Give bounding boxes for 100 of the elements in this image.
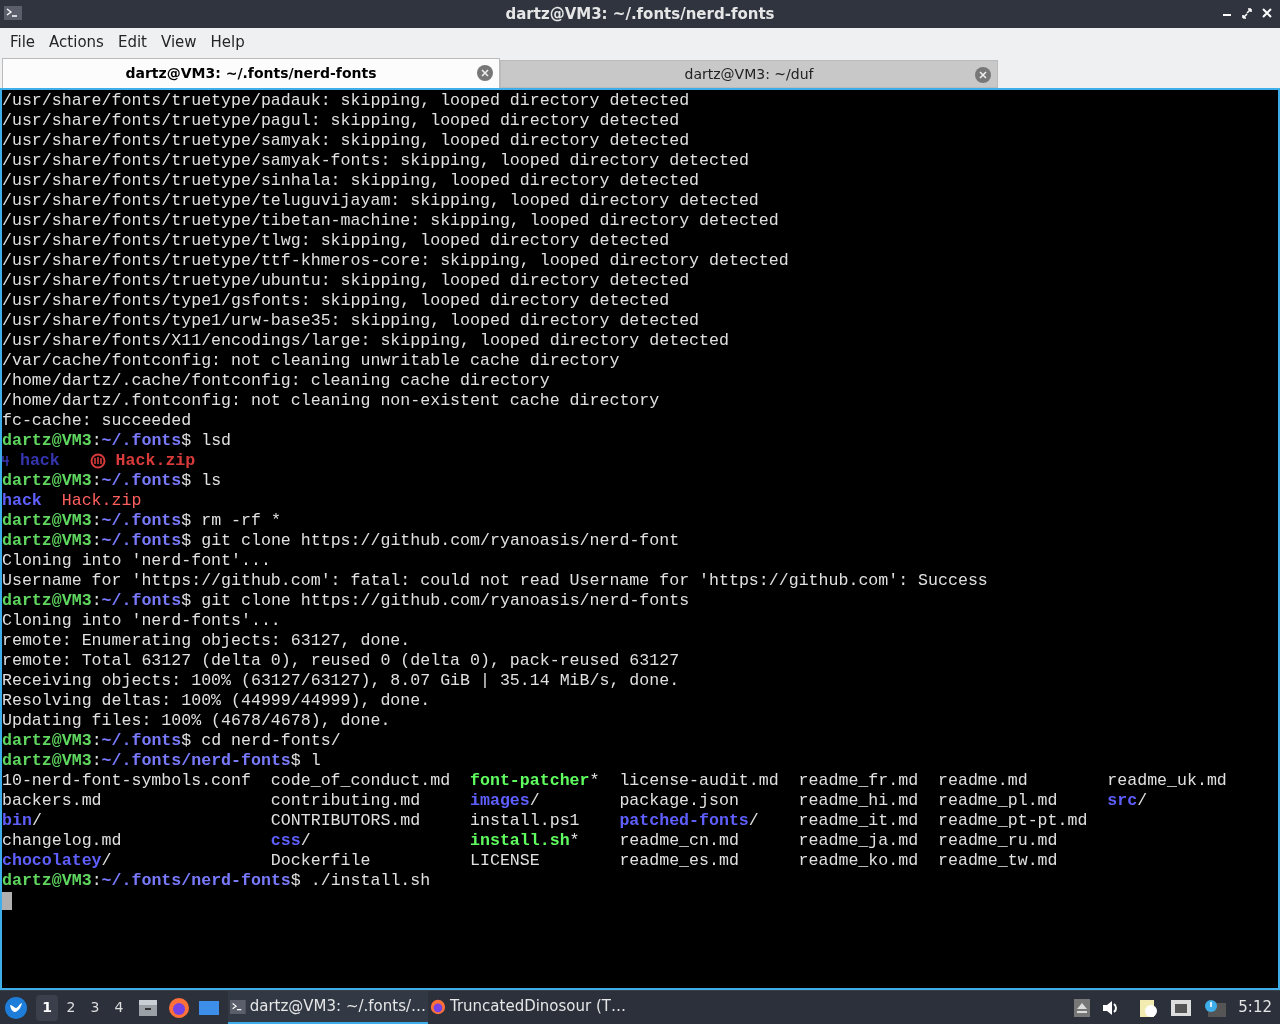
file-name: Hack.zip (115, 451, 196, 471)
prompt-separator: : (91, 511, 102, 531)
output-line: /usr/share/fonts/truetype/tibetan-machine: skipping, looped directory detected (2, 211, 779, 231)
network-icon[interactable] (1170, 998, 1193, 1017)
file-name: readme_fr.md (798, 771, 920, 791)
prompt-separator: : (91, 431, 102, 451)
file-name: license-audit.md (619, 771, 780, 791)
clock[interactable]: 5:12 (1238, 996, 1272, 1019)
output-line: /home/dartz/.fontconfig: not cleaning non-existent cache directory (2, 391, 660, 411)
file-name: install.ps1 (470, 811, 581, 831)
window-title: dartz@VM3: ~/.fonts/nerd-fonts (505, 3, 775, 25)
file-name: hack (19, 451, 60, 471)
prompt-symbol: $ (290, 871, 301, 891)
output-line: /usr/share/fonts/truetype/samyak-fonts: skipping, looped directory detected (2, 151, 749, 171)
prompt-symbol: $ (181, 531, 192, 551)
file-name: CONTRIBUTORS.md (270, 811, 422, 831)
file-name: readme_it.md (798, 811, 920, 831)
file-name: backers.md (2, 791, 103, 811)
output-line: Username for 'https://github.com': fatal: could not read Username for 'https://github.com': Success (2, 571, 988, 591)
archive-icon (89, 453, 106, 469)
close-tab-icon[interactable] (975, 67, 991, 83)
prompt-symbol: $ (181, 431, 192, 451)
close-tab-icon[interactable] (477, 65, 493, 81)
output-line: Cloning into 'nerd-fonts'... (2, 611, 281, 631)
prompt-symbol: $ (290, 751, 301, 771)
file-name: contributing.md (270, 791, 422, 811)
maximize-icon[interactable] (1242, 6, 1252, 20)
file-name: hack (2, 491, 42, 511)
menu-item[interactable]: File (4, 30, 42, 54)
output-line: Cloning into 'nerd-font'... (2, 551, 271, 571)
output-line: /usr/share/fonts/truetype/ubuntu: skipping, looped directory detected (2, 271, 690, 291)
menu-item[interactable]: View (154, 30, 203, 54)
prompt-separator: : (91, 751, 102, 771)
tab[interactable]: dartz@VM3: ~/duf (500, 60, 998, 88)
file-name: images/ (470, 791, 541, 811)
prompt-separator: : (91, 471, 102, 491)
eject-icon[interactable] (1074, 998, 1091, 1017)
prompt-user: dartz@VM3 (2, 591, 92, 611)
menu-item[interactable]: Actions (43, 30, 110, 54)
file-name: readme_uk.md (1107, 771, 1227, 791)
prompt-user: dartz@VM3 (2, 751, 92, 771)
output-line: fc-cache: succeeded (2, 411, 192, 431)
command-text: l (310, 751, 321, 771)
file-name: readme_ja.md (798, 831, 920, 851)
output-line: /usr/share/fonts/type1/gsfonts: skipping, looped directory detected (2, 291, 670, 311)
terminal-icon (230, 998, 246, 1015)
output-line: /usr/share/fonts/truetype/ttf-khmeros-core: skipping, looped directory detected (2, 251, 789, 271)
prompt-path: ~/.fonts (101, 591, 182, 611)
command-text: git clone https://github.com/ryanoasis/nerd-fonts (201, 591, 690, 611)
file-name: readme_es.md (619, 851, 740, 871)
tab[interactable]: dartz@VM3: ~/.fonts/nerd-fonts (2, 58, 500, 88)
prompt-user: dartz@VM3 (2, 531, 92, 551)
output-line: /usr/share/fonts/truetype/pagul: skipping, looped directory detected (2, 111, 680, 131)
file-name: install.sh* (470, 831, 581, 851)
prompt-path: ~/.fonts (101, 531, 182, 551)
prompt-path: ~/.fonts (101, 511, 182, 531)
taskbar-button[interactable]: dartz@VM3: ~/.fonts/… (228, 991, 428, 1024)
workspace-button[interactable]: 1 (36, 994, 58, 1021)
file-name: readme_hi.md (798, 791, 920, 811)
prompt-path: ~/.fonts (101, 471, 182, 491)
menu-item[interactable]: Edit (111, 30, 153, 54)
terminal-area[interactable] (0, 88, 1280, 990)
text-cursor (2, 892, 12, 910)
output-line: /usr/share/fonts/type1/urw-base35: skipping, looped directory detected (2, 311, 700, 331)
menu-item[interactable]: Help (204, 30, 251, 54)
prompt-user: dartz@VM3 (2, 871, 92, 891)
file-name: package.json (619, 791, 740, 811)
workspace-button[interactable]: 2 (60, 994, 82, 1021)
file-name: patched-fonts/ (619, 811, 760, 831)
prompt-symbol: $ (181, 591, 192, 611)
close-icon[interactable] (1262, 6, 1272, 20)
file-cabinet-icon[interactable] (138, 997, 158, 1018)
workspace-button[interactable]: 3 (84, 994, 106, 1021)
prompt-user: dartz@VM3 (2, 471, 92, 491)
start-menu-icon[interactable] (4, 995, 28, 1020)
command-text: ./install.sh (310, 871, 431, 891)
taskbar-button[interactable]: TruncatedDinosour (T… (428, 991, 628, 1024)
output-line: /usr/share/fonts/truetype/tlwg: skipping, looped directory detected (2, 231, 670, 251)
prompt-path: ~/.fonts/nerd-fonts (101, 751, 291, 771)
prompt-user: dartz@VM3 (2, 731, 92, 751)
file-name: Dockerfile (270, 851, 372, 871)
workspace-button[interactable]: 4 (108, 994, 130, 1021)
output-line: remote: Enumerating objects: 63127, done. (2, 631, 411, 651)
notification-icon[interactable] (1204, 998, 1227, 1017)
output-line: Receiving objects: 100% (63127/63127), 8.07 GiB | 35.14 MiB/s, done. (2, 671, 680, 691)
file-name: readme_tw.md (938, 851, 1059, 871)
file-name: chocolatey/ (2, 851, 113, 871)
command-text: rm -rf * (201, 511, 281, 531)
prompt-path: ~/.fonts (101, 731, 182, 751)
clipboard-icon[interactable] (1138, 997, 1159, 1018)
file-name: readme_ko.md (798, 851, 920, 871)
prompt-separator: : (91, 731, 102, 751)
output-line: /usr/share/fonts/truetype/teluguvijayam: skipping, looped directory detected (2, 191, 759, 211)
file-name: src/ (1107, 791, 1149, 811)
prompt-symbol: $ (181, 471, 192, 491)
output-line: Updating files: 100% (4678/4678), done. (2, 711, 391, 731)
output-line: /usr/share/fonts/truetype/sinhala: skipping, looped directory detected (2, 171, 700, 191)
file-name: font-patcher* (470, 771, 601, 791)
prompt-symbol: $ (181, 511, 192, 531)
firefox-icon[interactable] (168, 996, 190, 1019)
